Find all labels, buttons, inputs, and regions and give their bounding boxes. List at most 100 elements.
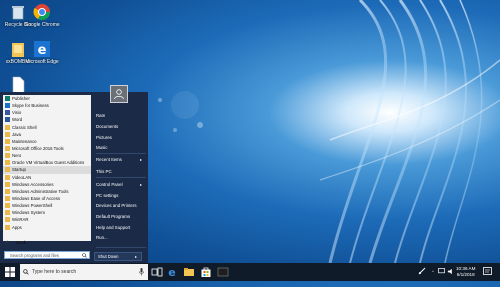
program-item[interactable]: Windows Administrative Tools — [3, 188, 91, 195]
clock[interactable]: 10:36 AM 6/1/2018 — [456, 266, 475, 278]
start-right-item[interactable]: Control Panel ▸ — [96, 182, 142, 187]
menu-separator — [96, 153, 146, 154]
program-label: WinRAR — [12, 217, 29, 223]
start-right-item[interactable]: This PC — [96, 169, 112, 174]
program-item[interactable]: Windows System — [3, 209, 91, 216]
folder-icon — [5, 210, 10, 216]
start-right-item[interactable]: Pictures — [96, 135, 112, 140]
file-explorer-icon[interactable] — [183, 266, 195, 278]
program-label: Windows PowerShell — [12, 203, 53, 209]
windows-logo-icon — [5, 267, 15, 277]
back-arrow-icon: ◂ — [5, 239, 8, 245]
start-search-input[interactable]: Search programs and files — [4, 251, 90, 259]
program-item[interactable]: Java — [3, 131, 91, 138]
program-label: Classic Shell — [12, 124, 37, 130]
program-label: Windows Administrative Tools — [12, 188, 69, 194]
start-right-item[interactable]: Help and Support — [96, 225, 130, 230]
program-label: Windows System — [12, 210, 45, 216]
program-item[interactable]: Word — [3, 116, 91, 123]
folder-icon — [5, 167, 10, 173]
programs-list: Publisher Skype for Business Visio Word Clas… — [3, 95, 91, 241]
program-item[interactable]: Publisher — [3, 95, 91, 102]
program-item[interactable]: WinRAR — [3, 216, 91, 223]
program-item[interactable]: Windows Accessories — [3, 181, 91, 188]
start-right-item-label: Run... — [96, 235, 108, 240]
taskbar-search-box[interactable]: Type here to search — [20, 264, 148, 280]
user-avatar[interactable] — [110, 85, 128, 103]
start-right-item[interactable]: Documents — [96, 124, 118, 129]
start-right-item-label: Documents — [96, 124, 119, 129]
desktop-icon-chrome[interactable]: Google Chrome — [24, 3, 60, 28]
back-button[interactable]: ◂ Back — [3, 238, 91, 247]
start-right-item-label: This PC — [96, 169, 112, 174]
program-item[interactable]: Apps — [3, 224, 91, 231]
program-item[interactable]: VideoLAN — [3, 174, 91, 181]
start-right-item[interactable]: Default Programs — [96, 214, 130, 219]
program-label: Nero — [12, 153, 22, 159]
network-icon[interactable] — [418, 267, 426, 275]
program-item[interactable]: Classic Shell — [3, 124, 91, 131]
menu-separator — [96, 177, 146, 178]
program-item[interactable]: Visio — [3, 109, 91, 116]
program-label: Visio — [12, 110, 22, 116]
monitor-icon[interactable] — [438, 268, 445, 275]
folder-icon — [5, 160, 10, 166]
folder-icon — [5, 145, 10, 151]
program-item[interactable]: Windows PowerShell — [3, 202, 91, 209]
program-item[interactable]: Oracle VM VirtualBox Guest Additions — [3, 159, 91, 166]
notifications-icon[interactable] — [483, 267, 492, 276]
show-hidden-icons-icon[interactable]: ^ — [432, 269, 434, 287]
folder-icon — [5, 195, 10, 201]
user-icon — [114, 89, 124, 100]
submenu-arrow-icon: ▸ — [140, 182, 143, 187]
program-item[interactable]: Microsoft Office 2016 Tools — [3, 145, 91, 152]
program-label: Java — [12, 131, 22, 137]
program-item[interactable]: Windows Ease of Access — [3, 195, 91, 202]
folder-icon — [5, 131, 10, 137]
search-icon — [23, 269, 29, 275]
program-label: Maintenance — [12, 138, 37, 144]
start-button[interactable] — [0, 263, 20, 281]
desktop-icon-edge[interactable]: e Microsoft Edge — [24, 40, 60, 65]
program-item[interactable]: Startup — [3, 166, 91, 174]
start-right-item[interactable]: Run... — [96, 235, 108, 240]
word-icon — [5, 117, 10, 123]
search-icon — [82, 253, 87, 258]
start-right-item-label: Pictures — [96, 135, 112, 140]
program-label: Microsoft Office 2016 Tools — [12, 145, 64, 151]
taskbar-search-placeholder: Type here to search — [32, 269, 77, 275]
task-view-icon[interactable] — [151, 266, 163, 278]
submenu-arrow-icon: ▸ — [140, 157, 143, 162]
folder-icon — [5, 188, 10, 194]
volume-icon[interactable] — [447, 268, 454, 275]
start-right-item[interactable]: Recent Items ▸ — [96, 157, 142, 162]
start-right-item-label: Music — [96, 145, 108, 150]
program-item[interactable]: Maintenance — [3, 138, 91, 145]
start-right-item[interactable]: Ram — [96, 113, 105, 118]
program-label: VideoLAN — [12, 174, 32, 180]
program-label: Windows Accessories — [12, 181, 54, 187]
shutdown-arrow-icon[interactable]: ▸ — [135, 253, 137, 260]
visio-icon — [5, 110, 10, 116]
start-right-item-label: Help and Support — [96, 225, 131, 230]
start-right-item[interactable]: Music — [96, 145, 107, 150]
edge-icon[interactable]: e — [166, 266, 178, 278]
desktop-icon-label: Google Chrome — [24, 22, 60, 28]
start-right-item[interactable]: Devices and Printers — [96, 203, 137, 208]
program-item[interactable]: Skype for Business — [3, 102, 91, 109]
start-right-item[interactable]: PC settings — [96, 193, 118, 198]
terminal-icon[interactable] — [217, 266, 229, 278]
svg-text:e: e — [168, 266, 175, 278]
desktop-icon-label: Microsoft Edge — [25, 59, 59, 65]
program-label: Word — [12, 117, 23, 123]
start-right-item-label: Default Programs — [96, 214, 131, 219]
program-item[interactable]: Nero — [3, 152, 91, 159]
folder-icon — [5, 203, 10, 209]
shutdown-button[interactable]: Shut Down ▸ — [94, 252, 142, 261]
taskbar: Type here to search e ^ 10:36 AM 6/1/201… — [0, 263, 500, 281]
start-right-item-label: Devices and Printers — [96, 203, 137, 208]
program-label: Publisher — [12, 96, 30, 101]
store-icon[interactable] — [200, 266, 212, 278]
microphone-icon[interactable] — [139, 268, 144, 276]
folder-icon — [5, 174, 10, 180]
